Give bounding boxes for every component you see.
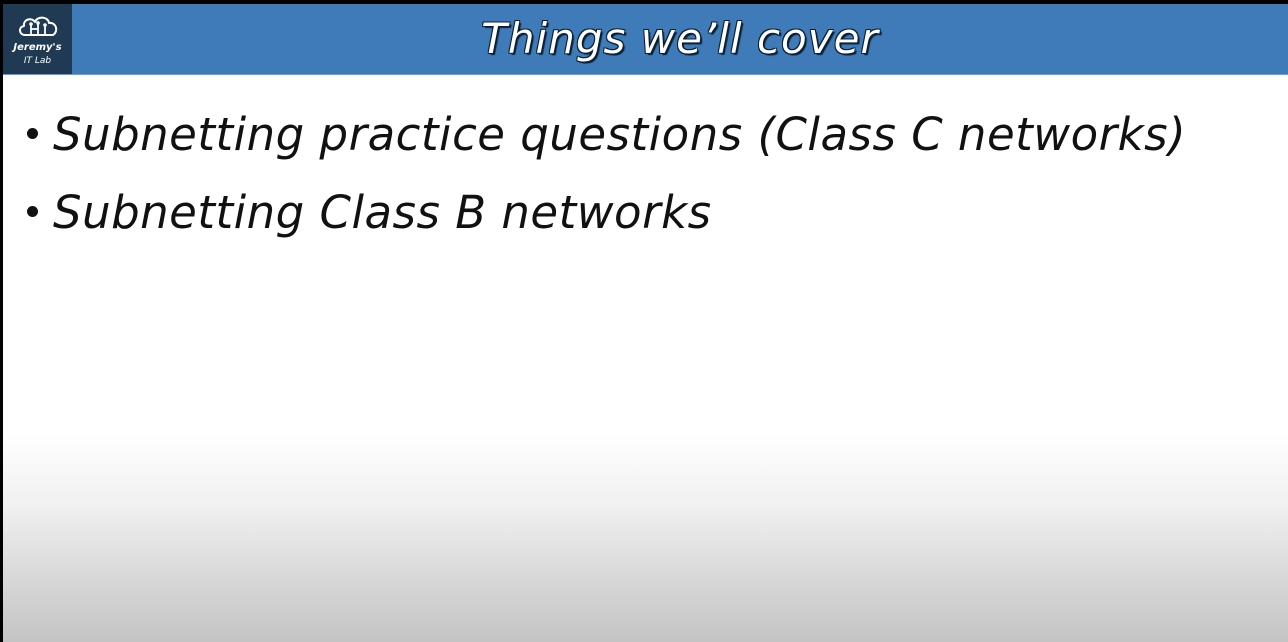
bullet-item: Subnetting Class B networks	[23, 182, 1186, 260]
cloud-circuit-icon	[19, 16, 58, 36]
video-frame: Jeremy's IT Lab Things we’ll cover Subne…	[0, 0, 1288, 642]
bullet-item: Subnetting practice questions (Class C n…	[23, 104, 1186, 182]
bullet-dot-icon	[27, 206, 38, 217]
slide: Jeremy's IT Lab Things we’ll cover Subne…	[3, 4, 1288, 642]
bullet-text: Subnetting practice questions (Class C n…	[53, 108, 1187, 161]
title-bar: Jeremy's IT Lab Things we’ll cover	[3, 4, 1288, 75]
bullet-text: Subnetting Class B networks	[53, 186, 712, 239]
slide-title: Things we’ll cover	[481, 14, 879, 63]
bullet-dot-icon	[27, 128, 38, 139]
logo-subtitle: IT Lab	[23, 56, 52, 66]
bullet-list: Subnetting practice questions (Class C n…	[23, 104, 1186, 260]
logo-name: Jeremy's	[13, 42, 62, 53]
channel-logo: Jeremy's IT Lab	[3, 4, 72, 74]
